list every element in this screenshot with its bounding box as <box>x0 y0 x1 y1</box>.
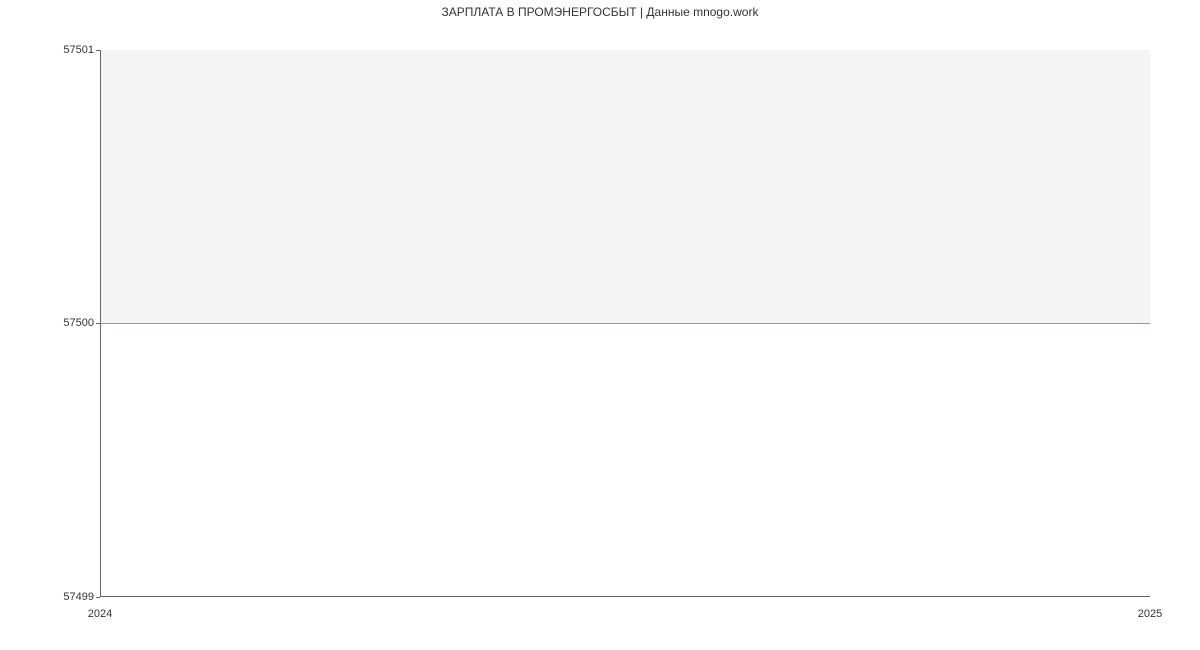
y-tick-mark <box>96 323 100 324</box>
y-tick-label: 57499 <box>63 591 94 603</box>
chart-plot-area <box>100 50 1150 597</box>
y-tick-mark <box>96 50 100 51</box>
x-tick-label: 2025 <box>1138 608 1162 620</box>
y-tick-label: 57500 <box>63 317 94 329</box>
y-tick-mark <box>96 597 100 598</box>
x-tick-label: 2024 <box>88 608 112 620</box>
chart-title: ЗАРПЛАТА В ПРОМЭНЕРГОСБЫТ | Данные mnogo… <box>442 5 759 19</box>
y-tick-label: 57501 <box>63 44 94 56</box>
area-series-line <box>101 323 1150 324</box>
area-fill <box>101 50 1150 323</box>
